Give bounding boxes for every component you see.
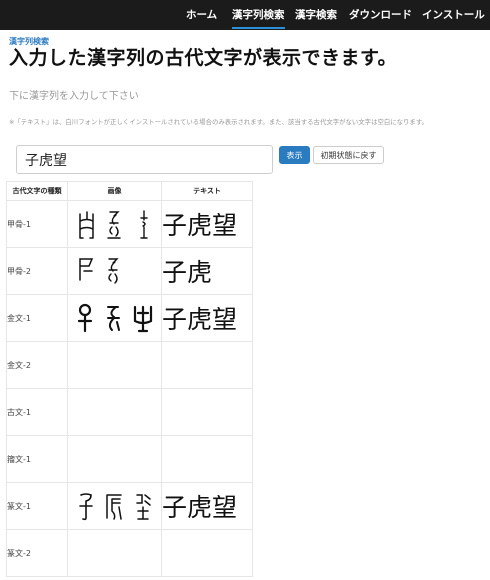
text-glyph-cell: 子虎望 — [161, 200, 253, 248]
script-type-cell: 金文-2 — [6, 341, 68, 389]
show-button[interactable]: 表示 — [279, 146, 310, 164]
table-row: 甲骨-2 子虎 — [6, 247, 253, 295]
oracle-bone-gaze-glyph-image — [140, 210, 148, 239]
glyph-images-cell — [67, 482, 162, 530]
script-type-cell: 甲骨-1 — [6, 200, 68, 248]
page-title: 入力した漢字列の古代文字が表示できます。 — [9, 47, 398, 69]
table-row: 甲骨-1 子虎望 — [6, 200, 253, 248]
nav-kanji-string-search[interactable]: 漢字列検索 — [232, 0, 285, 30]
text-glyph-cell: 子虎望 — [161, 294, 253, 342]
table-row: 籀文-1 — [6, 435, 253, 483]
table-row: 篆文-1 子虎望 — [6, 482, 253, 530]
text-glyph-cell — [161, 341, 253, 389]
top-navigation-bar: ホーム 漢字列検索 漢字検索 ダウンロード インストール — [0, 0, 490, 30]
nav-home[interactable]: ホーム — [186, 0, 217, 30]
table-row: 古文-1 — [6, 388, 253, 436]
table-header-row: 古代文字の種類 画像 テキスト — [6, 181, 253, 201]
text-glyph-cell — [161, 435, 253, 483]
table-row: 金文-1 子虎望 — [6, 294, 253, 342]
oracle-bone-child-glyph-image — [79, 211, 94, 239]
glyph-images-cell — [67, 388, 162, 436]
table-row: 金文-2 — [6, 341, 253, 389]
seal-script-child-glyph-image — [79, 493, 93, 521]
column-header-script-type: 古代文字の種類 — [6, 181, 68, 201]
glyph-images-cell — [67, 294, 162, 342]
font-install-note: ※「テキスト」は、白川フォントが正しくインストールされている場合のみ表示されます… — [9, 118, 428, 126]
kanji-string-input[interactable] — [16, 145, 273, 174]
text-glyph-cell — [161, 529, 253, 577]
bronze-script-gaze-glyph-image — [133, 305, 153, 333]
script-type-cell: 金文-1 — [6, 294, 68, 342]
script-type-cell: 篆文-1 — [6, 482, 68, 530]
nav-kanji-search[interactable]: 漢字検索 — [295, 0, 337, 30]
page-subtitle: 下に漢字列を入力して下さい — [9, 91, 139, 102]
nav-download[interactable]: ダウンロード — [349, 0, 412, 30]
table-row: 篆文-2 — [6, 529, 253, 577]
script-type-cell: 籀文-1 — [6, 435, 68, 483]
reset-button[interactable]: 初期状態に戻す — [313, 146, 384, 164]
column-header-image: 画像 — [67, 181, 162, 201]
script-type-cell: 古文-1 — [6, 388, 68, 436]
bronze-script-child-glyph-image — [77, 303, 93, 333]
script-type-cell: 甲骨-2 — [6, 247, 68, 295]
glyph-images-cell — [67, 341, 162, 389]
seal-script-tiger-glyph-image — [106, 494, 122, 520]
text-glyph-cell — [161, 388, 253, 436]
glyph-images-cell — [67, 529, 162, 577]
glyph-images-cell — [67, 435, 162, 483]
ancient-script-table: 古代文字の種類 画像 テキスト 甲骨-1 子虎望 甲骨-2 子虎 金文-1 子虎… — [6, 181, 253, 577]
oracle-bone-tiger-glyph-image — [107, 211, 121, 239]
oracle-bone-child-glyph-image — [79, 258, 94, 281]
column-header-text: テキスト — [161, 181, 253, 201]
text-glyph-cell: 子虎望 — [161, 482, 253, 530]
script-type-cell: 篆文-2 — [6, 529, 68, 577]
nav-install[interactable]: インストール — [422, 0, 485, 30]
seal-script-gaze-glyph-image — [136, 494, 151, 520]
bronze-script-tiger-glyph-image — [107, 306, 120, 331]
glyph-images-cell — [67, 200, 162, 248]
text-glyph-cell: 子虎 — [161, 247, 253, 295]
oracle-bone-tiger-glyph-image — [108, 258, 119, 284]
glyph-images-cell — [67, 247, 162, 295]
